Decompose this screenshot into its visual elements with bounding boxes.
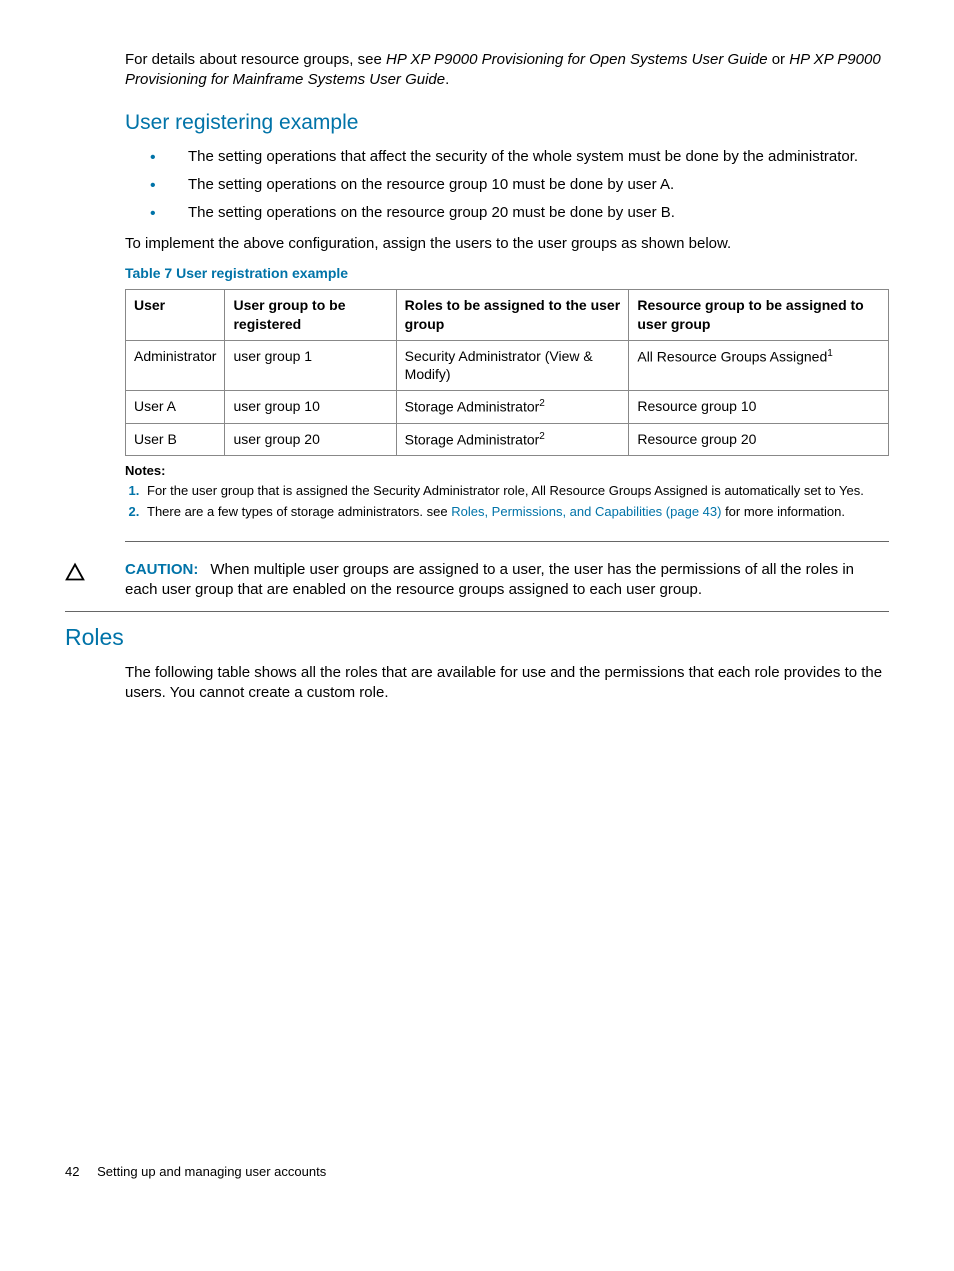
bullet-list: The setting operations that affect the s… — [150, 147, 889, 224]
intro-suffix: . — [445, 71, 449, 88]
note-item: For the user group that is assigned the … — [143, 482, 889, 500]
footnote-ref: 2 — [539, 431, 545, 442]
caution-icon — [65, 560, 125, 588]
cell-user: User A — [126, 391, 225, 424]
note-item: There are a few types of storage adminis… — [143, 503, 889, 521]
cell-group: user group 1 — [225, 340, 396, 391]
cell-rg: All Resource Groups Assigned1 — [629, 340, 889, 391]
table-row: User B user group 20 Storage Administrat… — [126, 423, 889, 456]
th-user: User — [126, 289, 225, 340]
cell-rg: Resource group 20 — [629, 423, 889, 456]
bullet-item: The setting operations that affect the s… — [150, 147, 889, 167]
notes-block: Notes: For the user group that is assign… — [125, 462, 889, 542]
cell-user: Administrator — [126, 340, 225, 391]
roles-permissions-link[interactable]: Roles, Permissions, and Capabilities (pa… — [451, 504, 721, 519]
cell-rg: Resource group 10 — [629, 391, 889, 424]
bullet-item: The setting operations on the resource g… — [150, 203, 889, 223]
page-footer: 42 Setting up and managing user accounts — [65, 1163, 889, 1181]
footnote-ref: 1 — [827, 348, 833, 359]
heading-roles: Roles — [65, 622, 889, 653]
intro-paragraph: For details about resource groups, see H… — [125, 50, 889, 91]
caution-block: CAUTION:When multiple user groups are as… — [65, 560, 889, 612]
intro-mid: or — [768, 51, 790, 68]
cell-role: Storage Administrator2 — [396, 391, 629, 424]
roles-paragraph: The following table shows all the roles … — [125, 663, 889, 704]
chapter-title: Setting up and managing user accounts — [97, 1164, 326, 1179]
bullet-item: The setting operations on the resource g… — [150, 175, 889, 195]
page-number: 42 — [65, 1164, 79, 1179]
cell-role: Security Administrator (View & Modify) — [396, 340, 629, 391]
note-post: for more information. — [721, 504, 845, 519]
heading-user-registering-example: User registering example — [125, 109, 889, 137]
cell-role: Storage Administrator2 — [396, 423, 629, 456]
table-title: Table 7 User registration example — [125, 264, 889, 283]
th-roles: Roles to be assigned to the user group — [396, 289, 629, 340]
intro-prefix: For details about resource groups, see — [125, 51, 386, 68]
cell-group: user group 10 — [225, 391, 396, 424]
intro-ref1: HP XP P9000 Provisioning for Open System… — [386, 51, 768, 68]
cell-user: User B — [126, 423, 225, 456]
footnote-ref: 2 — [539, 398, 545, 409]
caution-text: CAUTION:When multiple user groups are as… — [125, 560, 889, 601]
caution-label: CAUTION: — [125, 561, 198, 578]
cell-group: user group 20 — [225, 423, 396, 456]
user-registration-table: User User group to be registered Roles t… — [125, 289, 889, 457]
notes-label: Notes: — [125, 462, 889, 480]
caution-body: When multiple user groups are assigned t… — [125, 561, 854, 598]
table-row: User A user group 10 Storage Administrat… — [126, 391, 889, 424]
implement-line: To implement the above configuration, as… — [125, 234, 889, 254]
note-pre: There are a few types of storage adminis… — [147, 504, 451, 519]
th-resource-group: Resource group to be assigned to user gr… — [629, 289, 889, 340]
th-group: User group to be registered — [225, 289, 396, 340]
table-row: Administrator user group 1 Security Admi… — [126, 340, 889, 391]
